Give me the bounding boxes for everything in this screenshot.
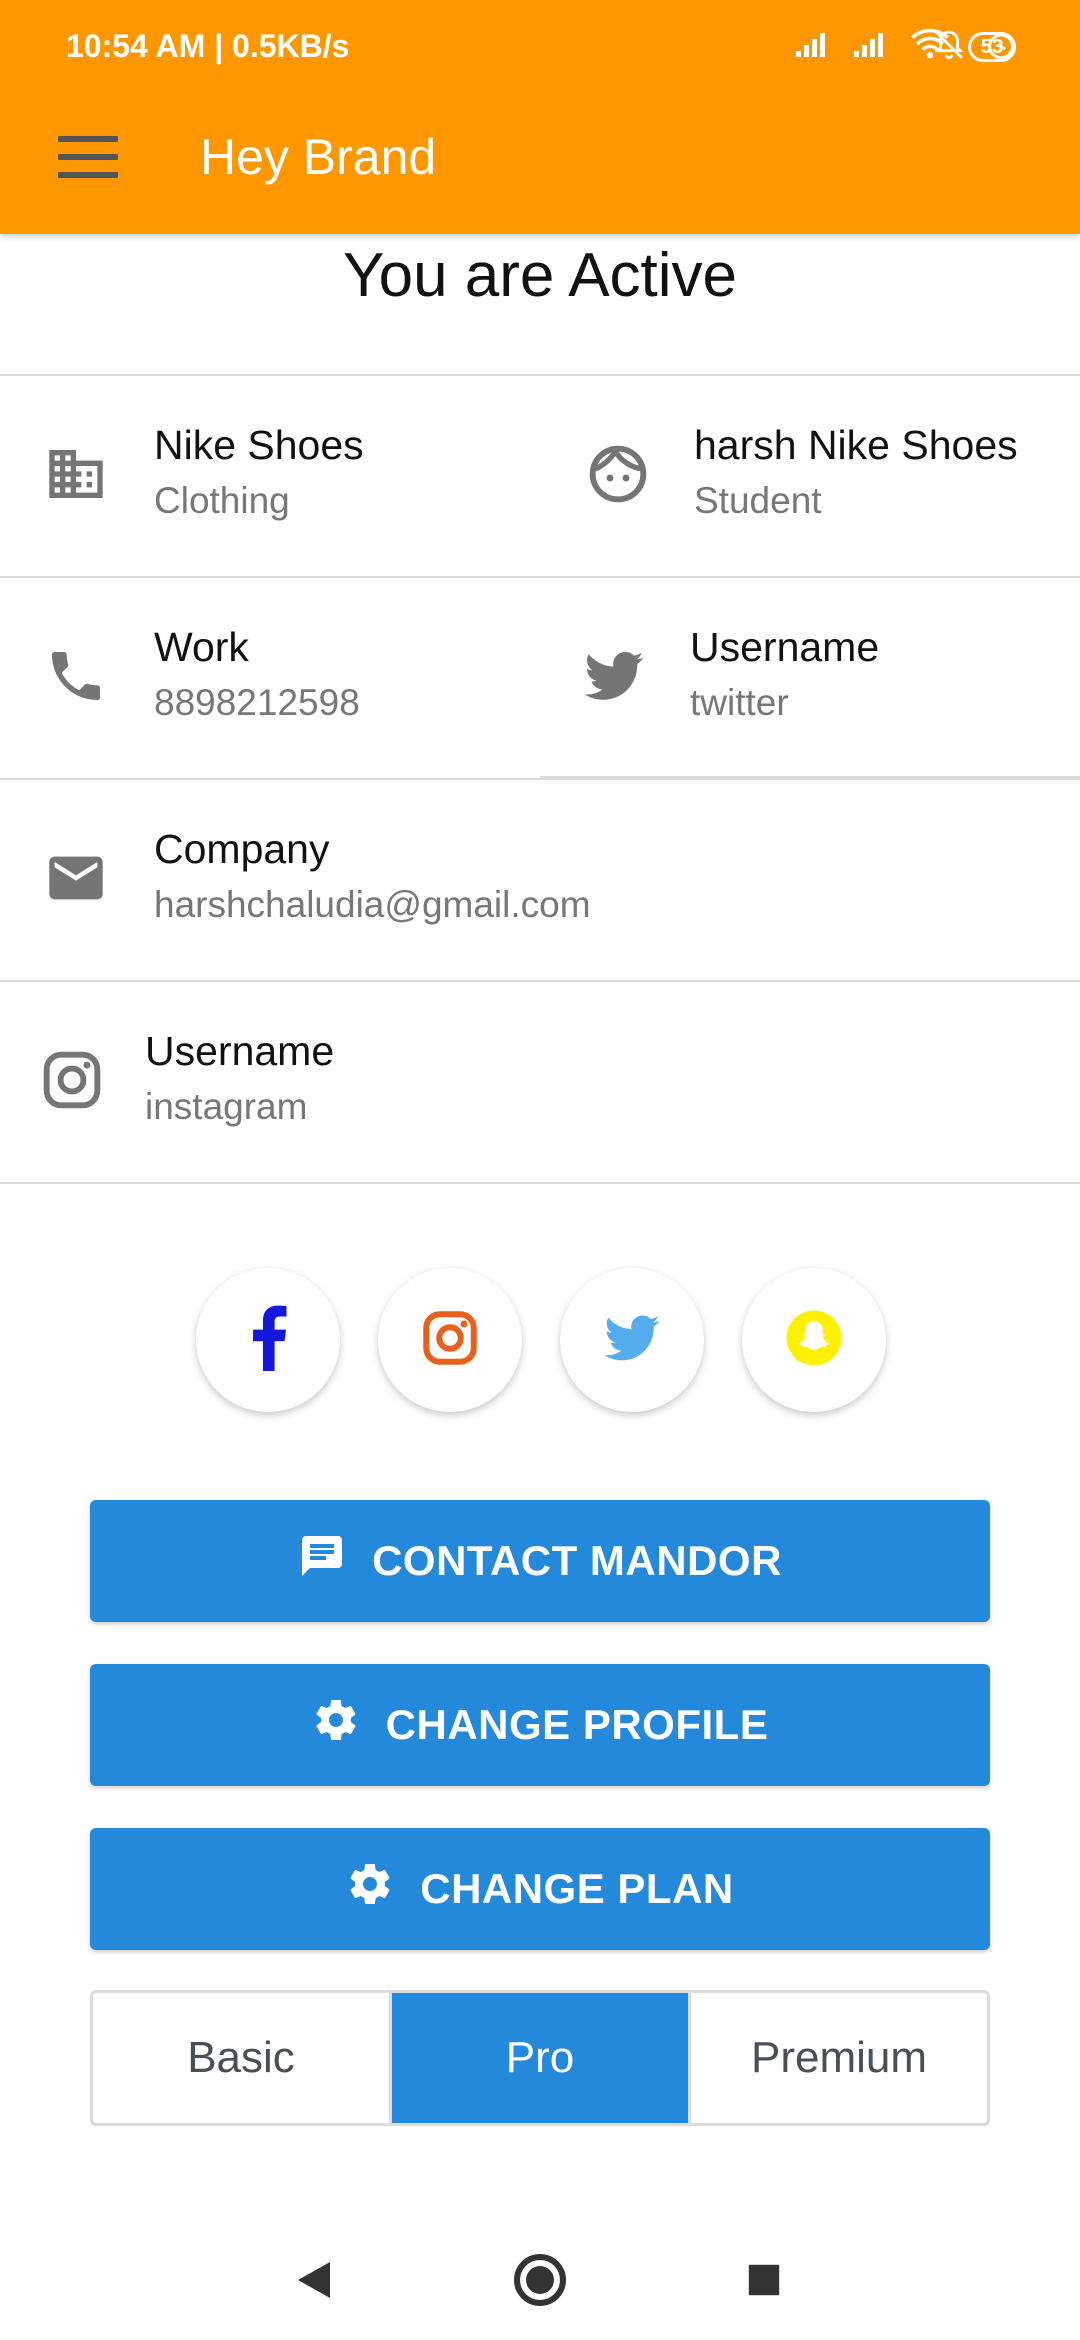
- plan-selector: Basic Pro Premium: [90, 1990, 990, 2126]
- phone-number: 8898212598: [154, 682, 360, 723]
- instagram-icon: [40, 1048, 104, 1112]
- twitter-icon: [602, 1308, 662, 1373]
- snapchat-icon: [784, 1308, 844, 1373]
- wifi-icon: [910, 28, 950, 65]
- instagram-label: Username: [145, 1028, 335, 1074]
- status-right-icons: 53: [794, 28, 1016, 65]
- change-profile-label: CHANGE PROFILE: [385, 1701, 769, 1748]
- plan-premium[interactable]: Premium: [691, 1993, 987, 2123]
- status-bar: 10:54 AM | 0.5KB/s 53: [0, 0, 1080, 100]
- snapchat-button[interactable]: [742, 1268, 886, 1412]
- app-title: Hey Brand: [200, 129, 437, 185]
- twitter-item[interactable]: Username twitter: [540, 578, 1080, 778]
- owner-item: harsh Nike Shoes Student: [540, 376, 1080, 576]
- instagram-handle: instagram: [145, 1086, 308, 1127]
- twitter-label: Username: [690, 624, 880, 670]
- menu-icon[interactable]: [58, 136, 118, 178]
- info-row: Work 8898212598 Username twitter: [0, 576, 1080, 778]
- twitter-icon: [582, 644, 646, 708]
- building-icon: [44, 442, 108, 506]
- brand-name: Nike Shoes: [154, 422, 364, 468]
- recents-icon[interactable]: [734, 2250, 794, 2310]
- change-plan-label: CHANGE PLAN: [420, 1865, 734, 1912]
- contact-mandor-button[interactable]: CONTACT MANDOR: [90, 1500, 990, 1622]
- twitter-handle: twitter: [690, 682, 789, 723]
- back-icon[interactable]: [284, 2250, 344, 2310]
- facebook-button[interactable]: [196, 1268, 340, 1412]
- home-icon[interactable]: [510, 2250, 570, 2310]
- chat-icon: [298, 1532, 346, 1590]
- phone-item[interactable]: Work 8898212598: [0, 578, 540, 778]
- instagram-icon: [420, 1308, 480, 1373]
- brand-category: Clothing: [154, 480, 290, 521]
- facebook-icon: [246, 1305, 290, 1376]
- phone-icon: [44, 644, 108, 708]
- info-row: Company harshchaludia@gmail.com: [0, 778, 1080, 980]
- twitter-button[interactable]: [560, 1268, 704, 1412]
- status-time: 10:54 AM | 0.5KB/s: [66, 28, 350, 64]
- battery-indicator: 53: [967, 31, 1016, 62]
- status-heading: You are Active: [342, 241, 738, 310]
- change-profile-button[interactable]: CHANGE PROFILE: [90, 1664, 990, 1786]
- owner-role: Student: [694, 480, 822, 521]
- instagram-button[interactable]: [378, 1268, 522, 1412]
- phone-label: Work: [154, 624, 249, 670]
- signal-icon: [794, 29, 834, 64]
- instagram-item[interactable]: Username instagram: [0, 982, 1080, 1182]
- gear-icon: [312, 1696, 360, 1754]
- email-address: harshchaludia@gmail.com: [154, 884, 591, 925]
- email-icon: [44, 846, 108, 910]
- owner-name: harsh Nike Shoes: [694, 422, 1018, 468]
- face-icon: [586, 442, 650, 506]
- gear-icon: [346, 1860, 394, 1918]
- system-nav-bar: [0, 2220, 1080, 2340]
- plan-basic[interactable]: Basic: [93, 1993, 392, 2123]
- contact-mandor-label: CONTACT MANDOR: [372, 1537, 782, 1584]
- brand-item: Nike Shoes Clothing: [0, 376, 540, 576]
- app-bar: 10:54 AM | 0.5KB/s 53 Hey Brand: [0, 0, 1080, 234]
- email-label: Company: [154, 826, 330, 872]
- email-item[interactable]: Company harshchaludia@gmail.com: [0, 780, 1080, 980]
- info-row: Username instagram: [0, 980, 1080, 1184]
- plan-pro[interactable]: Pro: [392, 1993, 691, 2123]
- signal-roaming-icon: [852, 29, 892, 64]
- info-row: Nike Shoes Clothing harsh Nike Shoes Stu…: [0, 374, 1080, 576]
- change-plan-button[interactable]: CHANGE PLAN: [90, 1828, 990, 1950]
